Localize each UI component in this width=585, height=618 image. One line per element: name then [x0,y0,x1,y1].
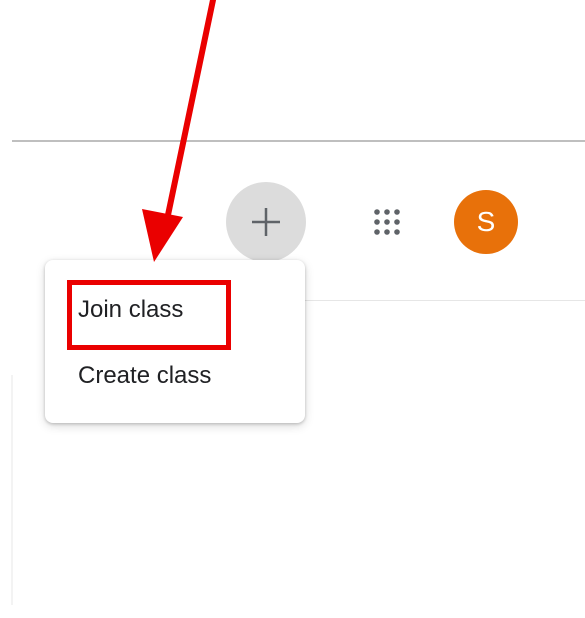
add-class-button[interactable] [226,182,306,262]
menu-item-create-class[interactable]: Create class [45,348,305,404]
plus-icon [252,208,280,236]
content-divider [300,300,585,301]
add-class-menu: Join class Create class [45,260,305,423]
join-class-label: Join class [78,296,184,323]
account-avatar[interactable]: S [454,190,518,254]
apps-grid-icon [374,209,400,235]
header-divider [12,140,585,142]
create-class-label: Create class [78,362,212,389]
menu-item-join-class[interactable]: Join class [45,282,305,338]
page-edge [11,375,13,605]
google-apps-button[interactable] [355,190,419,254]
screenshot-stage: S Join class Create class [0,0,585,618]
